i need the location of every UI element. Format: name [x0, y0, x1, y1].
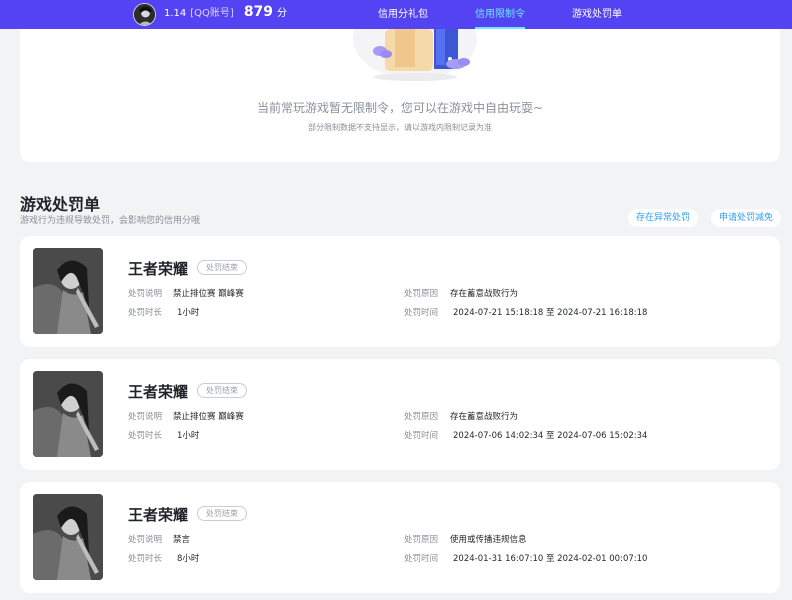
status-badge: 处罚结束 [197, 383, 247, 398]
status-badge: 处罚结束 [197, 506, 247, 521]
penalty-card[interactable]: 王者荣耀 处罚结束 处罚说明 禁言 处罚时长 8小时 处罚原因 使用或传播违规信… [20, 482, 780, 593]
penalty-reason-label: 处罚原因 [404, 289, 439, 299]
user-avatar[interactable] [133, 3, 156, 26]
penalty-reason-value: 使用或传播违规信息 [450, 535, 527, 545]
abnormal-penalty-button[interactable]: 存在异常处罚 [628, 209, 699, 227]
game-cover-image [33, 371, 103, 457]
penalty-section-description: 游戏行为违规导致处罚，会影响您的信用分哦 [20, 216, 201, 226]
no-restriction-message: 当前常玩游戏暂无限制令，您可以在游戏中自由玩耍~ [256, 101, 544, 115]
game-name: 王者荣耀 [128, 383, 189, 401]
tab-credit-restriction[interactable]: 信用限制令 [475, 0, 525, 29]
penalty-time-value: 2024-07-06 14:02:34 至 2024-07-06 15:02:3… [453, 431, 648, 441]
penalty-description-label: 处罚说明 [128, 535, 163, 545]
user-info: 1.14 [QQ账号] 879 分 [164, 4, 287, 20]
restriction-note: 部分限制数据不支持显示，请以游戏内限制记录为准 [308, 123, 492, 132]
game-name: 王者荣耀 [128, 506, 189, 524]
credit-score-unit: 分 [277, 8, 288, 19]
penalty-duration-value: 1小时 [177, 431, 200, 441]
penalty-card[interactable]: 王者荣耀 处罚结束 处罚说明 禁止排位赛 巅峰赛 处罚时长 1小时 处罚原因 存… [20, 236, 780, 347]
penalty-duration-label: 处罚时长 [128, 431, 163, 441]
penalty-description-value: 禁言 [173, 535, 191, 545]
penalty-description-label: 处罚说明 [128, 412, 163, 422]
penalty-duration-label: 处罚时长 [128, 308, 163, 318]
penalty-duration-label: 处罚时长 [128, 554, 163, 564]
game-name: 王者荣耀 [128, 260, 189, 278]
penalty-duration-value: 8小时 [177, 554, 200, 564]
tab-credit-gift[interactable]: 信用分礼包 [378, 0, 428, 29]
no-restriction-illustration [353, 29, 477, 81]
penalty-time-label: 处罚时间 [404, 554, 439, 564]
penalty-reason-label: 处罚原因 [404, 535, 439, 545]
top-nav-bar: 1.14 [QQ账号] 879 分 信用分礼包 信用限制令 游戏处罚单 [0, 0, 792, 29]
status-badge: 处罚结束 [197, 260, 247, 275]
credit-score: 879 [243, 4, 274, 20]
tab-game-penalty[interactable]: 游戏处罚单 [572, 0, 622, 29]
restriction-card: 当前常玩游戏暂无限制令，您可以在游戏中自由玩耍~ 部分限制数据不支持显示，请以游… [20, 29, 780, 162]
penalty-card[interactable]: 王者荣耀 处罚结束 处罚说明 禁止排位赛 巅峰赛 处罚时长 1小时 处罚原因 存… [20, 359, 780, 470]
penalty-reason-value: 存在蓄意战败行为 [450, 412, 519, 422]
penalty-time-value: 2024-01-31 16:07:10 至 2024-02-01 00:07:1… [453, 554, 648, 564]
penalty-reason-label: 处罚原因 [404, 412, 439, 422]
penalty-reason-value: 存在蓄意战败行为 [450, 289, 519, 299]
penalty-time-label: 处罚时间 [404, 431, 439, 441]
penalty-section-title: 游戏处罚单 [20, 195, 101, 214]
user-id: 1.14 [164, 8, 187, 19]
game-cover-image [33, 248, 103, 334]
penalty-description-label: 处罚说明 [128, 289, 163, 299]
game-cover-image [33, 494, 103, 580]
penalty-time-value: 2024-07-21 15:18:18 至 2024-07-21 16:18:1… [453, 308, 648, 318]
apply-penalty-reduction-button[interactable]: 申请处罚减免 [711, 209, 782, 227]
penalty-time-label: 处罚时间 [404, 308, 439, 318]
account-type-label: [QQ账号] [190, 8, 234, 19]
penalty-description-value: 禁止排位赛 巅峰赛 [173, 289, 244, 299]
penalty-description-value: 禁止排位赛 巅峰赛 [173, 412, 244, 422]
penalty-duration-value: 1小时 [177, 308, 200, 318]
